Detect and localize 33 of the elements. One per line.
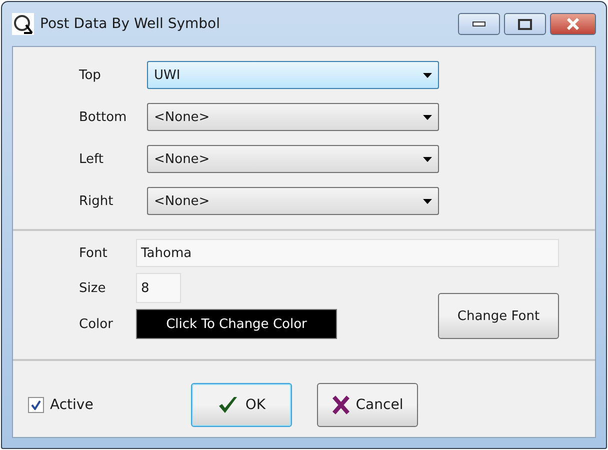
color-button[interactable]: Click To Change Color <box>136 309 337 339</box>
size-field[interactable]: 8 <box>136 273 181 303</box>
field-label: Top <box>78 68 102 82</box>
field-label: Left <box>78 152 104 166</box>
cancel-button[interactable]: Cancel <box>317 383 418 427</box>
field-label: Size <box>78 280 107 296</box>
checkbox[interactable] <box>28 397 44 413</box>
cross-icon <box>332 395 350 415</box>
checkbox-label: Active <box>50 397 94 413</box>
dropdown[interactable]: <None> <box>147 187 439 215</box>
dropdown-arrow-icon <box>423 156 432 162</box>
dropdown[interactable]: UWI <box>147 61 439 89</box>
dropdown-arrow-icon <box>423 198 432 204</box>
dropdown[interactable]: <None> <box>147 145 439 173</box>
close-icon <box>566 18 580 30</box>
field-label: Right <box>78 194 114 208</box>
minimize-button[interactable] <box>458 13 500 35</box>
field-label: Color <box>78 316 114 332</box>
close-button[interactable] <box>550 13 596 35</box>
minimize-icon <box>472 21 486 27</box>
window-title: Post Data By Well Symbol <box>40 16 221 32</box>
dropdown-arrow-icon <box>423 114 432 120</box>
check-icon <box>217 395 240 415</box>
field-label: Font <box>78 246 108 260</box>
field-label: Bottom <box>78 110 128 124</box>
font-field[interactable]: Tahoma <box>136 239 559 267</box>
ok-button[interactable]: OK <box>191 383 292 427</box>
change-font-button[interactable]: Change Font <box>438 293 559 339</box>
maximize-icon <box>518 18 532 30</box>
app-icon <box>12 13 34 35</box>
dropdown-arrow-icon <box>423 72 432 78</box>
maximize-button[interactable] <box>504 13 546 35</box>
dropdown[interactable]: <None> <box>147 103 439 131</box>
